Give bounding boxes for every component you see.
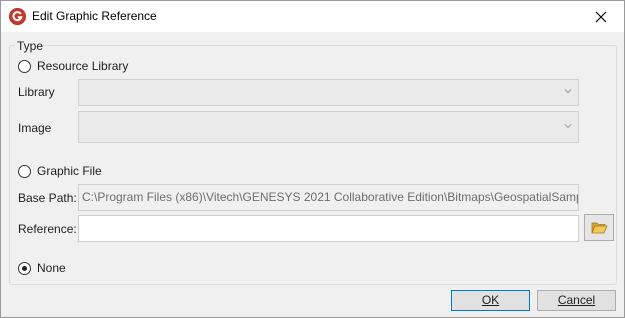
resource-library-label: Resource Library [37, 59, 129, 73]
reference-field[interactable] [78, 215, 579, 242]
folder-open-icon [590, 222, 608, 234]
base-path-label: Base Path: [18, 191, 77, 205]
image-label: Image [18, 121, 52, 135]
library-combobox[interactable] [78, 79, 579, 106]
resource-library-radio[interactable]: Resource Library [18, 59, 128, 73]
ok-button[interactable]: OK [451, 290, 530, 311]
edit-graphic-reference-dialog: Edit Graphic Reference Type Resource Lib… [0, 0, 625, 318]
library-label: Library [18, 85, 55, 99]
reference-label: Reference: [18, 222, 77, 236]
none-radio-circle[interactable] [18, 261, 31, 275]
cancel-button[interactable]: Cancel [537, 290, 616, 311]
cancel-button-label: Cancel [557, 293, 596, 307]
type-group-legend: Type [15, 39, 46, 53]
window-title: Edit Graphic Reference [32, 9, 157, 23]
close-icon [595, 11, 607, 22]
base-path-field[interactable]: C:\Program Files (x86)\Vitech\GENESYS 20… [78, 184, 579, 211]
genesys-app-icon [9, 8, 26, 25]
none-radio[interactable]: None [18, 261, 66, 275]
chevron-down-icon [564, 124, 572, 129]
resource-library-radio-circle[interactable] [18, 59, 31, 73]
chevron-down-icon [564, 89, 572, 94]
graphic-file-radio-circle[interactable] [18, 164, 31, 178]
close-button[interactable] [578, 1, 624, 32]
title-bar: Edit Graphic Reference [1, 1, 624, 32]
browse-button[interactable] [584, 214, 614, 241]
graphic-file-radio[interactable]: Graphic File [18, 164, 102, 178]
image-combobox[interactable] [78, 111, 579, 143]
ok-button-label: OK [481, 293, 500, 307]
none-label: None [37, 261, 66, 275]
graphic-file-label: Graphic File [37, 164, 102, 178]
